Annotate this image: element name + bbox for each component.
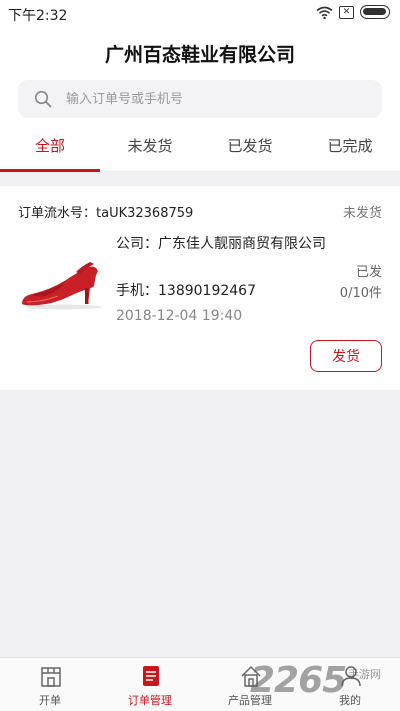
- search-input[interactable]: [66, 80, 366, 118]
- active-tab-indicator: [0, 169, 100, 172]
- top-section: 下午2:32 ✕ 广州百态鞋业有限公司 全部 未发货 已发货 已完成: [0, 0, 400, 172]
- shipped-count: 0/10件: [339, 286, 382, 301]
- order-list-icon: [143, 666, 159, 686]
- watermark-number: 2265: [250, 660, 347, 701]
- nav-label: 订单管理: [128, 694, 172, 707]
- search-bar[interactable]: [18, 80, 382, 118]
- tab-all[interactable]: 全部: [0, 128, 100, 172]
- order-status: 未发货: [342, 206, 382, 221]
- status-bar: 下午2:32 ✕: [0, 0, 400, 28]
- order-number: 订单流水号：taUK32368759: [18, 206, 194, 221]
- status-icons: ✕: [316, 5, 390, 19]
- status-time: 下午2:32: [8, 8, 68, 24]
- order-date: 2018-12-04 19:40: [116, 308, 243, 324]
- nav-item-create-order[interactable]: 开单: [0, 658, 100, 711]
- ship-button[interactable]: 发货: [310, 340, 382, 372]
- tab-shipped[interactable]: 已发货: [200, 128, 300, 172]
- search-icon: [34, 90, 52, 108]
- battery-icon: [360, 5, 390, 19]
- phone-number: 手机：13890192467: [116, 283, 256, 299]
- order-tabs: 全部 未发货 已发货 已完成: [0, 128, 400, 172]
- tab-completed[interactable]: 已完成: [300, 128, 400, 172]
- order-card[interactable]: 订单流水号：taUK32368759 未发货 公司：广东佳人靓丽商贸有限公司 手…: [0, 186, 400, 390]
- tab-unshipped[interactable]: 未发货: [100, 128, 200, 172]
- shipped-label: 已发: [355, 265, 382, 280]
- company-name: 公司：广东佳人靓丽商贸有限公司: [116, 236, 326, 252]
- watermark-logo: 2265 手游网: [250, 656, 400, 711]
- nav-label: 开单: [39, 694, 61, 707]
- nav-item-order-management[interactable]: 订单管理: [100, 658, 200, 711]
- storefront-icon: [41, 667, 61, 687]
- page-title: 广州百态鞋业有限公司: [104, 44, 295, 66]
- sim-card-icon: ✕: [339, 5, 354, 19]
- watermark-text: 手游网: [348, 668, 381, 681]
- wifi-icon: [316, 6, 333, 19]
- red-high-heel-image: [22, 262, 102, 310]
